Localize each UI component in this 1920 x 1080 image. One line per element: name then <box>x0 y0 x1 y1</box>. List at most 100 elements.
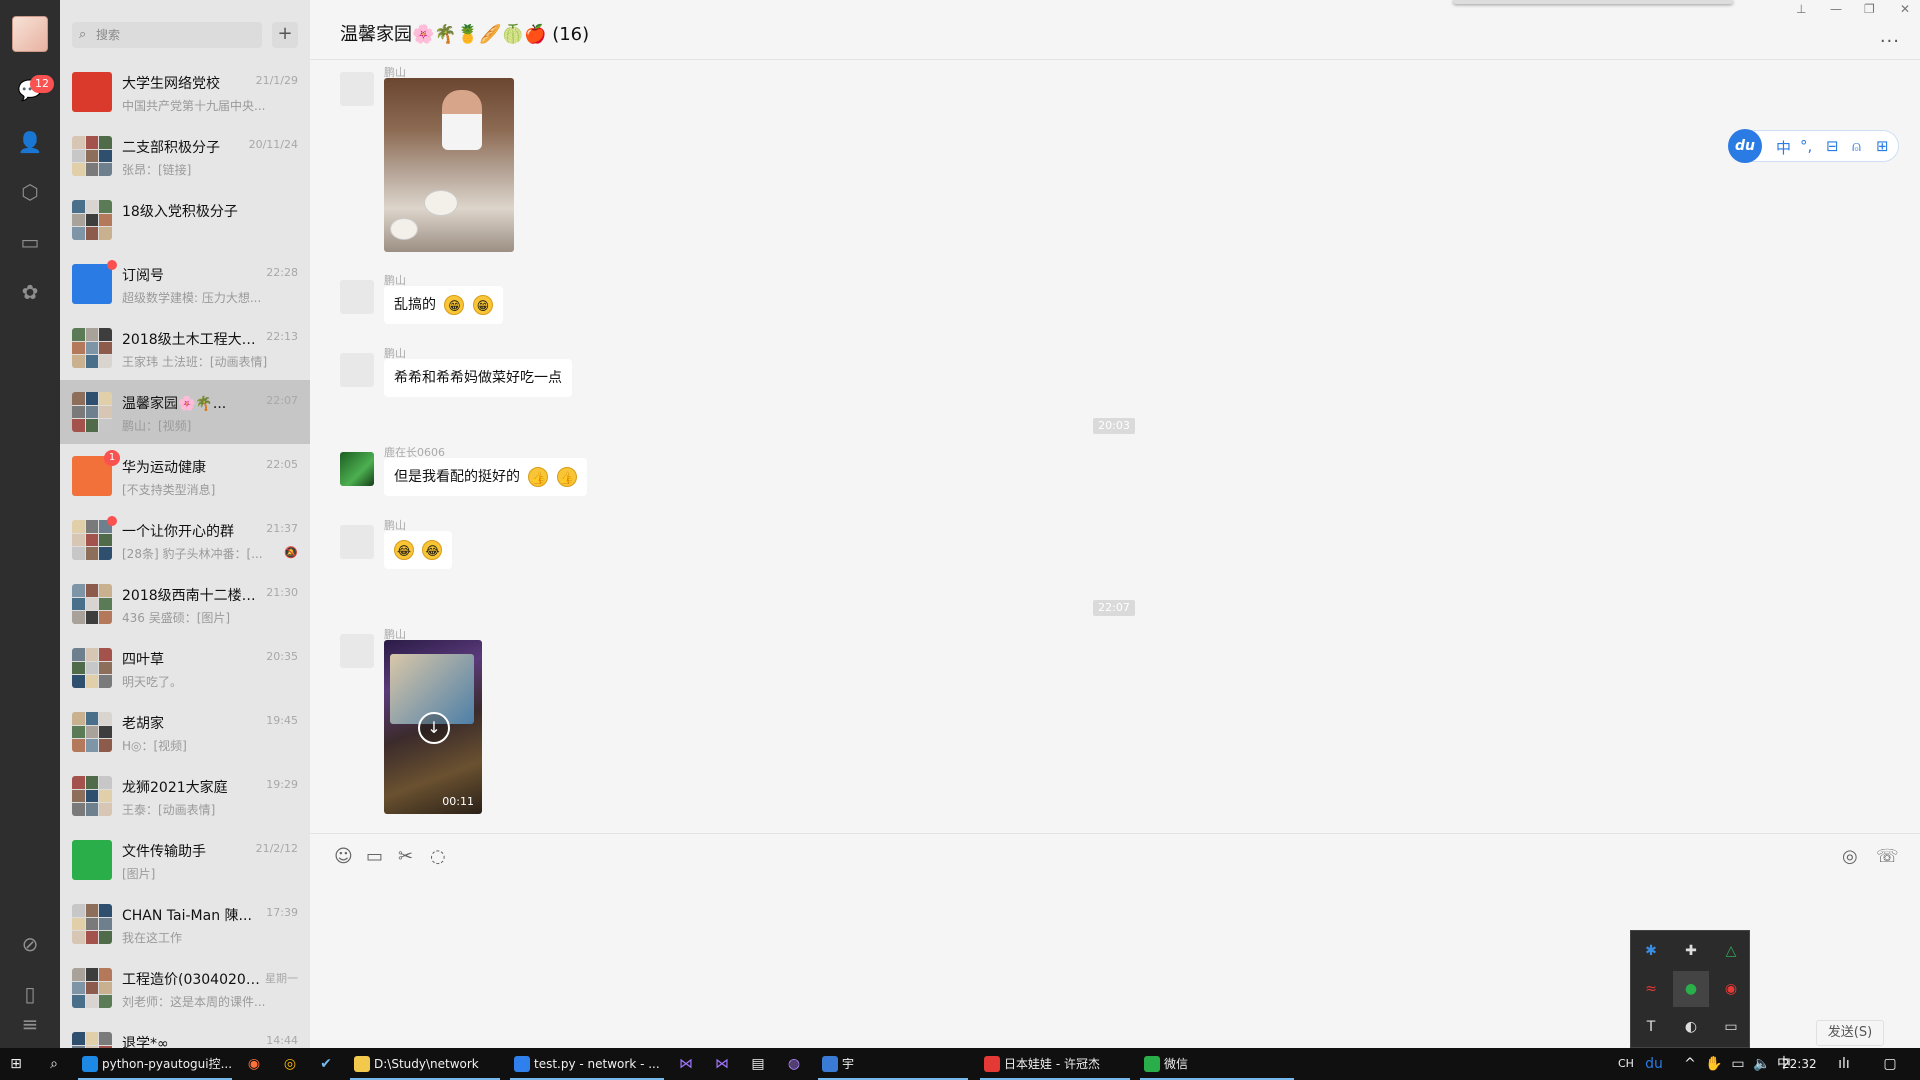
scissors-icon[interactable]: ✂ <box>398 846 413 867</box>
maximize-button[interactable]: ❐ <box>1864 2 1875 16</box>
taskbar-app-wechat[interactable]: 微信 <box>1140 1048 1294 1080</box>
group-avatar <box>72 712 112 752</box>
menu-icon[interactable]: ≡ <box>16 1010 44 1038</box>
moments-icon[interactable]: ✿ <box>16 278 44 306</box>
chat-list-item[interactable]: 老胡家 19:45 H◎：[视频] <box>60 700 310 764</box>
chat-time: 21/2/12 <box>255 842 298 855</box>
security-icon[interactable]: ✚ <box>1673 933 1709 969</box>
firefox-icon[interactable]: ◉ <box>240 1048 268 1080</box>
close-button[interactable]: ✕ <box>1900 2 1910 16</box>
pin-icon[interactable]: ⊥ <box>1796 2 1806 16</box>
chat-list-item[interactable]: 退学*∞ 14:44 <box>60 1020 310 1048</box>
miniprogram-icon[interactable]: ⊘ <box>16 930 44 958</box>
group-avatar-tile <box>85 584 99 597</box>
bars-icon[interactable]: ılı <box>1830 1048 1858 1080</box>
chat-name: 退学*∞ <box>122 1036 169 1048</box>
chat-list-item[interactable]: 大学生网络党校 21/1/29 中国共产党第十九届中央... <box>60 60 310 124</box>
message-bubble[interactable]: 乱搞的 😁 😁 <box>384 286 503 324</box>
chat-list-item[interactable]: 文件传输助手 21/2/12 [图片] <box>60 828 310 892</box>
terminal-icon[interactable]: ▤ <box>744 1048 772 1080</box>
grid-icon[interactable]: ⊞ <box>1876 137 1889 155</box>
group-avatar-tile <box>85 341 99 355</box>
taskbar-app-vscode[interactable]: test.py - network - ... <box>510 1048 664 1080</box>
taskbar-app-music[interactable]: 日本娃娃 - 许冠杰 <box>980 1048 1130 1080</box>
taskbar-app-browser[interactable]: python-pyautogui控... <box>78 1048 232 1080</box>
wechat-icon[interactable]: ● <box>1673 971 1709 1007</box>
call-icon[interactable]: ☏ <box>1876 846 1899 867</box>
ime-lang-toggle[interactable]: 中 <box>1776 137 1791 158</box>
visual-studio-icon[interactable]: ⋈ <box>708 1048 736 1080</box>
clock[interactable]: 22:32 <box>1782 1048 1817 1080</box>
folder-icon[interactable]: ▭ <box>366 846 383 867</box>
video-message[interactable]: ↓ 00:11 <box>384 640 482 814</box>
chat-list-item[interactable]: 订阅号 22:28 超级数学建模: 压力大想... <box>60 252 310 316</box>
search-icon[interactable]: ⌕ <box>40 1048 68 1080</box>
drive-icon[interactable]: △ <box>1713 933 1749 969</box>
group-avatar-tile <box>85 163 99 176</box>
group-avatar-tile <box>99 904 112 917</box>
send-button[interactable]: 发送(S) <box>1816 1020 1884 1046</box>
github-icon[interactable]: ◍ <box>780 1048 808 1080</box>
chat-list-item[interactable]: 工程造价(03040203... 星期一 刘老师：这是本周的课件... <box>60 956 310 1020</box>
more-options-button[interactable]: ... <box>1880 26 1900 47</box>
add-button[interactable]: + <box>272 22 298 48</box>
taskbar-app-explorer[interactable]: D:\Study\network <box>350 1048 500 1080</box>
group-avatar-tile <box>72 419 85 432</box>
files-icon[interactable]: ▭ <box>16 228 44 256</box>
chat-list-item[interactable]: 2018级土木工程大类... 22:13 王家玮 土法班：[动画表情] <box>60 316 310 380</box>
photo-plate <box>390 218 418 240</box>
message-bubble[interactable]: 希希和希希妈做菜好吃一点 <box>384 359 572 397</box>
message-bubble[interactable]: 😂 😂 <box>384 531 453 569</box>
toolbox-icon[interactable]: ⊟ <box>1826 137 1839 155</box>
baidu-ime-logo[interactable]: du <box>1728 129 1762 163</box>
chat-history-icon[interactable]: ◌ <box>430 846 446 867</box>
notification-icon[interactable]: ▢ <box>1876 1048 1904 1080</box>
user-avatar[interactable] <box>12 16 48 52</box>
sender-avatar[interactable] <box>340 72 374 106</box>
chat-list-item[interactable]: 一个让你开心的群 21:37 [28条] 豹子头林冲番：[... 🔕 <box>60 508 310 572</box>
search-input[interactable]: ⌕ 搜索 <box>72 22 262 48</box>
group-avatar-tile <box>99 341 112 355</box>
left-nav: 💬 12 👤 ⬡ ▭ ✿ ⊘ ▯ ≡ <box>0 0 60 1048</box>
chat-list-item[interactable]: 二支部积极分子 20/11/24 张昂：[链接] <box>60 124 310 188</box>
todo-icon[interactable]: ✔ <box>312 1048 340 1080</box>
baidu-ime-tray-icon[interactable]: du <box>1640 1048 1668 1080</box>
chrome-icon[interactable]: ◎ <box>276 1048 304 1080</box>
steam-icon[interactable]: ◐ <box>1673 1009 1709 1045</box>
download-icon[interactable]: ↓ <box>418 712 450 744</box>
phone-icon[interactable]: ▯ <box>16 980 44 1008</box>
chat-list-item[interactable]: 龙狮2021大家庭 19:29 王泰：[动画表情] <box>60 764 310 828</box>
sender-avatar[interactable] <box>340 525 374 559</box>
chat-list-item[interactable]: 四叶草 20:35 明天吃了。 <box>60 636 310 700</box>
sender-avatar[interactable] <box>340 452 374 486</box>
taskbar-app-ime[interactable]: 宇 <box>818 1048 968 1080</box>
sender-avatar[interactable] <box>340 353 374 387</box>
chat-list-item[interactable]: 温馨家园🌸🌴... 22:07 鹏山：[视频] <box>60 380 310 444</box>
emoji-icon[interactable]: ☺ <box>334 846 353 867</box>
visual-studio-icon[interactable]: ⋈ <box>672 1048 700 1080</box>
app-icon[interactable]: ≈ <box>1633 971 1669 1007</box>
contacts-icon[interactable]: 👤 <box>16 128 44 156</box>
chat-preview: 明天吃了。 <box>122 675 183 689</box>
chat-preview: [图片] <box>122 867 156 881</box>
ime-punct-toggle[interactable]: °, <box>1800 137 1812 155</box>
message-bubble[interactable]: 但是我看配的挺好的 👍 👍 <box>384 458 587 496</box>
image-message[interactable] <box>384 78 514 252</box>
battery-icon[interactable]: ▭ <box>1713 1009 1749 1045</box>
minimize-button[interactable]: — <box>1830 2 1842 16</box>
typora-icon[interactable]: T <box>1633 1009 1669 1045</box>
sender-avatar[interactable] <box>340 634 374 668</box>
chat-list-item[interactable]: CHAN Tai-Man 陳... 17:39 我在这工作 <box>60 892 310 956</box>
bluetooth-icon[interactable]: ✱ <box>1633 933 1669 969</box>
chat-name: 2018级土木工程大类... <box>122 332 262 348</box>
live-icon[interactable]: ◎ <box>1842 846 1858 867</box>
user-icon[interactable]: ⍝ <box>1852 137 1861 155</box>
netease-music-icon[interactable]: ◉ <box>1713 971 1749 1007</box>
chat-list-item[interactable]: 18级入党积极分子 <box>60 188 310 252</box>
input-language[interactable]: CH <box>1618 1048 1634 1080</box>
sender-avatar[interactable] <box>340 280 374 314</box>
windows-start-icon[interactable]: ⊞ <box>2 1048 30 1080</box>
favorites-icon[interactable]: ⬡ <box>16 178 44 206</box>
chat-list-item[interactable]: 1 华为运动健康 22:05 [不支持类型消息] <box>60 444 310 508</box>
chat-list-item[interactable]: 2018级西南十二楼大... 21:30 436 吴盛硕：[图片] <box>60 572 310 636</box>
